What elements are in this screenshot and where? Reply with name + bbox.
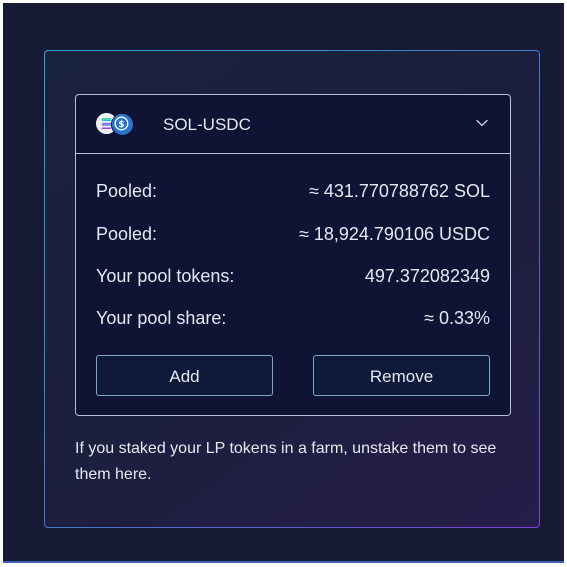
pooled-sol-value: ≈ 431.770788762 SOL xyxy=(308,181,490,201)
liquidity-panel-inner: $ SOL-USDC Pooled: ≈ 431.770788762 SOL P… xyxy=(45,51,539,527)
pooled-usdc-label: Pooled: xyxy=(96,224,158,244)
chevron-down-icon[interactable] xyxy=(476,116,488,128)
pool-tokens-value: 497.372082349 xyxy=(364,266,490,286)
app-background: $ SOL-USDC Pooled: ≈ 431.770788762 SOL P… xyxy=(3,3,564,561)
usdc-icon: $ xyxy=(111,113,134,136)
pool-share-value: ≈ 0.33% xyxy=(424,308,490,328)
liquidity-panel: $ SOL-USDC Pooled: ≈ 431.770788762 SOL P… xyxy=(44,50,540,528)
pool-selector-header[interactable]: $ SOL-USDC xyxy=(76,95,510,154)
pooled-sol-row: Pooled: ≈ 431.770788762 SOL xyxy=(96,181,490,205)
add-liquidity-button[interactable]: Add xyxy=(96,355,273,396)
pooled-usdc-value: ≈ 18,924.790106 USDC xyxy=(298,224,490,244)
bottom-divider xyxy=(3,561,564,563)
pool-tokens-row: Your pool tokens: 497.372082349 xyxy=(96,266,490,290)
pooled-sol-label: Pooled: xyxy=(96,181,158,201)
pool-share-label: Your pool share: xyxy=(96,308,227,328)
unstake-note: If you staked your LP tokens in a farm, … xyxy=(75,440,497,483)
pool-share-row: Your pool share: ≈ 0.33% xyxy=(96,308,490,332)
pooled-usdc-row: Pooled: ≈ 18,924.790106 USDC xyxy=(96,224,490,248)
pool-position-card: $ SOL-USDC Pooled: ≈ 431.770788762 SOL P… xyxy=(75,94,511,416)
pool-tokens-label: Your pool tokens: xyxy=(96,266,235,286)
pool-pair-name: SOL-USDC xyxy=(163,115,251,134)
remove-liquidity-button[interactable]: Remove xyxy=(313,355,490,396)
svg-text:$: $ xyxy=(118,120,124,130)
